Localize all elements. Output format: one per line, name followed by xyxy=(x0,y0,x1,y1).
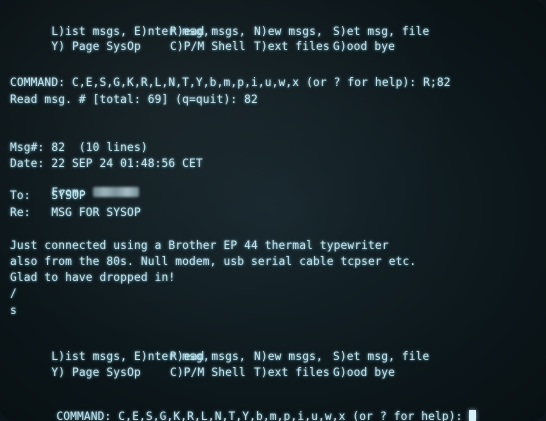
menu-cpm-shell: C)P/M Shell xyxy=(170,366,246,379)
msg-date: Date: 22 SEP 24 01:48:56 CET xyxy=(10,157,203,170)
msg-to: To: SYSOP xyxy=(10,189,86,202)
menu-top-row-1: L)ist msgs, E)nter msg, R)ead msgs, N)ew m… xyxy=(10,12,429,38)
menu-bottom-row-2: Y) Page SysOp C)P/M Shell T)ext files G)ood… xyxy=(10,353,395,379)
menu-good-bye: G)ood bye xyxy=(333,40,395,53)
terminal-screen[interactable]: L)ist msgs, E)nter msg, R)ead msgs, N)ew m… xyxy=(10,8,536,421)
menu-text-files: T)ext files xyxy=(254,366,330,379)
menu-page-sysop: Y) Page SysOp xyxy=(51,40,141,53)
menu-text-files: T)ext files xyxy=(254,40,330,53)
msg-number: Msg#: 82 (10 lines) xyxy=(10,141,148,154)
msg-body-line: s xyxy=(10,304,17,317)
menu-new-msgs: N)ew msgs, xyxy=(254,25,323,38)
msg-subject: Re: MSG FOR SYSOP xyxy=(10,206,141,219)
menu-read-msgs: R)ead msgs, xyxy=(170,350,246,363)
menu-cpm-shell: C)P/M Shell xyxy=(170,40,246,53)
command-prompt: COMMAND: C,E,S,G,K,R,L,N,T,Y,b,m,p,i,u,w… xyxy=(56,410,470,421)
command-line-1: COMMAND: C,E,S,G,K,R,L,N,T,Y,b,m,p,i,u,w… xyxy=(10,76,451,89)
menu-good-bye: G)ood bye xyxy=(333,366,395,379)
msg-body-line: / xyxy=(10,287,17,300)
read-msg-prompt: Read msg. # [total: 69] (q=quit): 82 xyxy=(10,93,258,106)
menu-set-msg: S)et msg, file xyxy=(333,25,430,38)
menu-page-sysop: Y) Page SysOp xyxy=(51,366,141,379)
text-cursor[interactable] xyxy=(469,410,477,421)
msg-body-line: Glad to have dropped in! xyxy=(10,271,176,284)
crt-monitor: L)ist msgs, E)nter msg, R)ead msgs, N)ew m… xyxy=(0,0,546,421)
menu-bottom-row-1: L)ist msgs, E)nter msg, R)ead msgs, N)ew m… xyxy=(10,337,429,363)
menu-read-msgs: R)ead msgs, xyxy=(170,25,246,38)
command-line-2[interactable]: COMMAND: C,E,S,G,K,R,L,N,T,Y,b,m,p,i,u,w… xyxy=(15,397,477,421)
menu-new-msgs: N)ew msgs, xyxy=(254,350,323,363)
menu-top-row-2: Y) Page SysOp C)P/M Shell T)ext files G)ood… xyxy=(10,27,395,53)
menu-set-msg: S)et msg, file xyxy=(333,350,430,363)
msg-body-line: Just connected using a Brother EP 44 the… xyxy=(10,239,389,252)
redacted-sender xyxy=(92,187,139,197)
msg-body-line: also from the 80s. Null modem, usb seria… xyxy=(10,255,417,268)
msg-from: From: xyxy=(10,173,139,199)
